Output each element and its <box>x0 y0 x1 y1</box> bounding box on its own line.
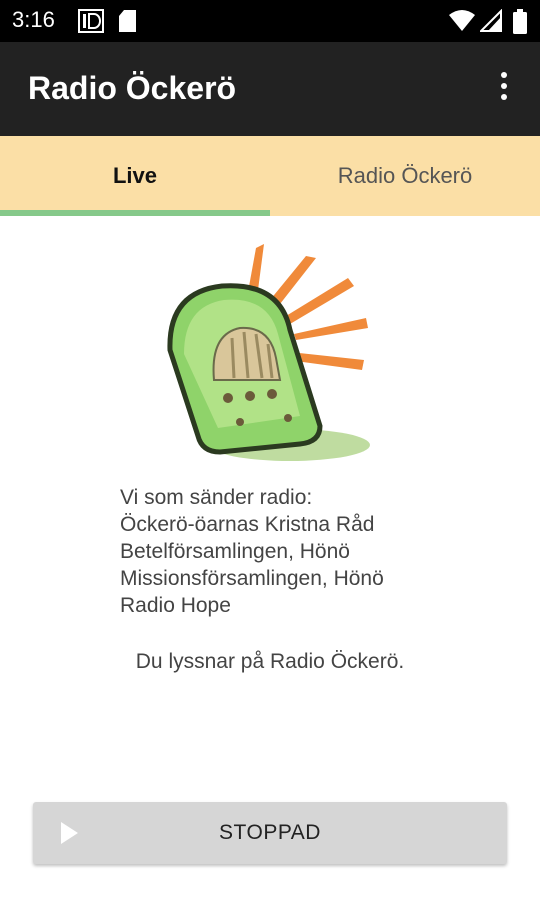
tab-live[interactable]: Live <box>0 136 270 216</box>
id-card-icon <box>78 9 104 33</box>
more-vert-icon[interactable] <box>494 72 514 108</box>
info-line: Öckerö-öarnas Kristna Råd <box>120 513 375 536</box>
tab-radio-ockero[interactable]: Radio Öckerö <box>270 136 540 216</box>
wifi-icon <box>449 10 475 31</box>
app-title: Radio Öckerö <box>28 70 237 106</box>
info-line: Radio Hope <box>120 594 231 617</box>
play-stop-button[interactable]: STOPPAD <box>33 802 507 864</box>
status-bar: 3:16 <box>0 0 540 42</box>
listening-status: Du lyssnar på Radio Öckerö. <box>135 650 405 673</box>
tab-bar: Live Radio Öckerö <box>0 136 540 216</box>
status-time: 3:16 <box>12 7 55 32</box>
sd-card-icon <box>119 10 136 32</box>
tab-indicator <box>0 210 270 216</box>
info-line: Vi som sänder radio: <box>120 486 313 509</box>
info-line: Missionsförsamlingen, Hönö <box>120 567 384 590</box>
broadcaster-info: Vi som sänder radio: Öckerö-öarnas Krist… <box>120 484 520 619</box>
app-bar: Radio Öckerö <box>0 42 540 136</box>
info-line: Betelförsamlingen, Hönö <box>120 540 350 563</box>
radio-illustration <box>167 244 370 461</box>
player-status-label: STOPPAD <box>219 821 321 844</box>
signal-icon <box>480 9 502 32</box>
battery-icon <box>513 9 527 34</box>
